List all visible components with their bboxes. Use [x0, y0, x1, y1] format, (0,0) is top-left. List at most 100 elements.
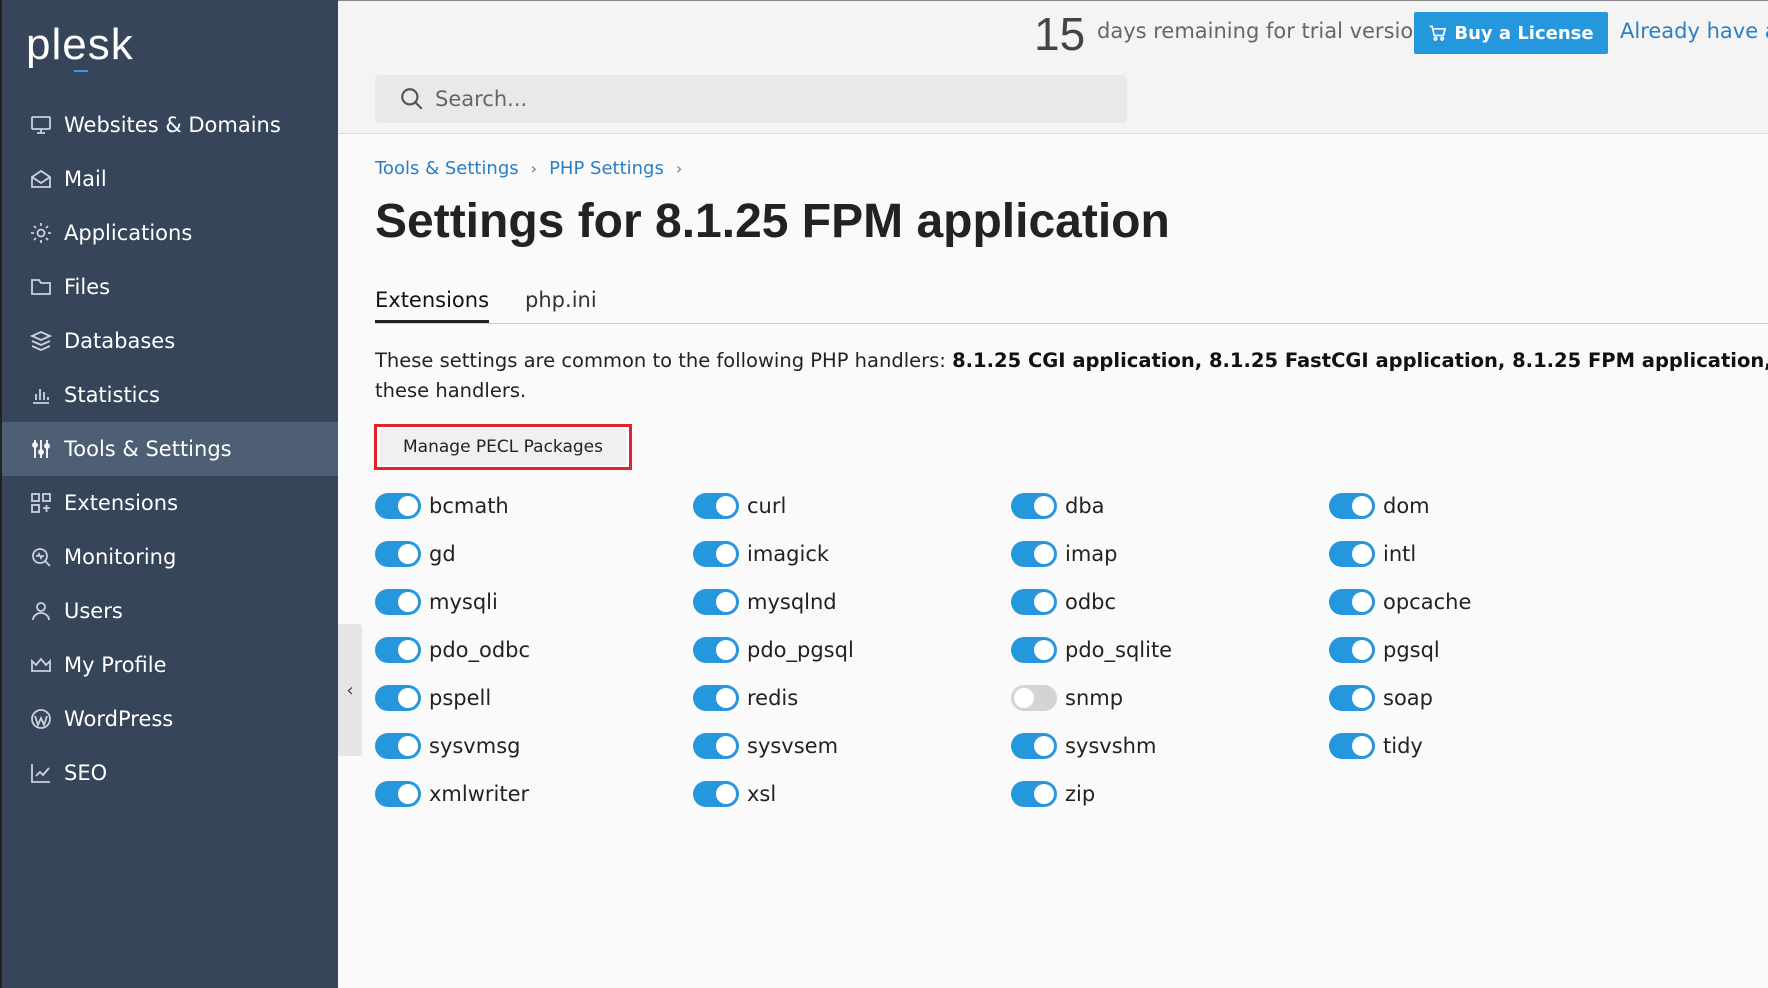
sidebar: plesk Websites & Domains Mail Applications… — [0, 0, 338, 988]
extension-toggle[interactable] — [375, 637, 421, 663]
description-line2: these handlers. — [375, 379, 527, 402]
extension-label: pdo_pgsql — [747, 638, 854, 662]
extension-toggle[interactable] — [693, 541, 739, 567]
sidebar-item-my-profile[interactable]: My Profile — [2, 638, 338, 692]
chevron-right-icon: › — [530, 159, 538, 178]
sidebar-item-label: Files — [64, 275, 111, 299]
extension-toggle[interactable] — [1011, 733, 1057, 759]
extension-label: sysvshm — [1065, 734, 1157, 758]
extension-toggle[interactable] — [375, 493, 421, 519]
extension-item-tidy: tidy — [1329, 730, 1659, 762]
folder-icon — [28, 274, 54, 300]
plesk-logo[interactable]: plesk — [26, 20, 134, 72]
extension-toggle[interactable] — [375, 733, 421, 759]
handlers-description: These settings are common to the followi… — [375, 346, 1768, 406]
extension-toggle[interactable] — [1329, 637, 1375, 663]
extension-item-zip: zip — [1011, 778, 1341, 810]
manage-pecl-packages-button[interactable]: Manage PECL Packages — [374, 424, 632, 470]
extension-label: curl — [747, 494, 787, 518]
extension-toggle[interactable] — [1011, 493, 1057, 519]
page-title: Settings for 8.1.25 FPM application — [375, 195, 1170, 248]
chevron-left-icon: ‹ — [346, 679, 354, 701]
extension-toggle[interactable] — [1329, 733, 1375, 759]
extension-item-odbc: odbc — [1011, 586, 1341, 618]
sidebar-item-files[interactable]: Files — [2, 260, 338, 314]
extension-toggle[interactable] — [375, 541, 421, 567]
sidebar-item-statistics[interactable]: Statistics — [2, 368, 338, 422]
description-prefix: These settings are common to the followi… — [375, 349, 953, 372]
sidebar-item-extensions[interactable]: Extensions — [2, 476, 338, 530]
search-input[interactable] — [435, 87, 1095, 111]
sidebar-item-databases[interactable]: Databases — [2, 314, 338, 368]
extension-label: dba — [1065, 494, 1105, 518]
user-icon — [28, 598, 54, 624]
sidebar-item-applications[interactable]: Applications — [2, 206, 338, 260]
breadcrumb-php-settings[interactable]: PHP Settings — [549, 158, 664, 179]
extension-toggle[interactable] — [375, 589, 421, 615]
already-have-license-link[interactable]: Already have a — [1620, 19, 1768, 43]
extension-toggle[interactable] — [693, 781, 739, 807]
extension-label: dom — [1383, 494, 1430, 518]
extension-item-snmp: snmp — [1011, 682, 1341, 714]
extension-toggle[interactable] — [1011, 541, 1057, 567]
extension-toggle[interactable] — [375, 781, 421, 807]
trial-days-count: 15 — [1034, 8, 1086, 60]
tab-extensions[interactable]: Extensions — [375, 282, 490, 323]
sidebar-item-tools-settings[interactable]: Tools & Settings — [2, 422, 338, 476]
extension-label: soap — [1383, 686, 1433, 710]
extension-label: imagick — [747, 542, 830, 566]
sidebar-item-label: Databases — [64, 329, 176, 353]
sidebar-item-label: Tools & Settings — [64, 437, 232, 461]
extension-toggle[interactable] — [693, 493, 739, 519]
sidebar-item-monitoring[interactable]: Monitoring — [2, 530, 338, 584]
extension-item-sysvmsg: sysvmsg — [375, 730, 705, 762]
tab-bar: Extensions php.ini — [375, 282, 1768, 324]
extension-toggle[interactable] — [1329, 541, 1375, 567]
extension-item-sysvshm: sysvshm — [1011, 730, 1341, 762]
tab-php-ini[interactable]: php.ini — [525, 282, 597, 323]
extension-item-pdo_pgsql: pdo_pgsql — [693, 634, 1023, 666]
extension-toggle[interactable] — [1329, 685, 1375, 711]
extension-label: zip — [1065, 782, 1096, 806]
monitor-icon — [28, 112, 54, 138]
extension-label: sysvsem — [747, 734, 839, 758]
extension-label: gd — [429, 542, 456, 566]
extension-toggle[interactable] — [375, 685, 421, 711]
extension-item-pdo_sqlite: pdo_sqlite — [1011, 634, 1341, 666]
sidebar-item-wordpress[interactable]: WordPress — [2, 692, 338, 746]
wordpress-icon — [28, 706, 54, 732]
sidebar-item-label: Users — [64, 599, 123, 623]
extension-toggle[interactable] — [693, 637, 739, 663]
extension-label: xmlwriter — [429, 782, 530, 806]
extension-toggle[interactable] — [1011, 589, 1057, 615]
sidebar-item-label: Mail — [64, 167, 107, 191]
extension-toggle[interactable] — [693, 589, 739, 615]
trial-text: days remaining for trial version — [1097, 19, 1427, 43]
extension-toggle[interactable] — [1011, 781, 1057, 807]
extension-label: redis — [747, 686, 799, 710]
manage-pecl-label: Manage PECL Packages — [380, 429, 626, 465]
sliders-icon — [28, 436, 54, 462]
sidebar-item-users[interactable]: Users — [2, 584, 338, 638]
extension-label: pdo_sqlite — [1065, 638, 1173, 662]
collapse-sidebar-handle[interactable]: ‹ — [338, 624, 362, 756]
main-content: Tools & Settings › PHP Settings › Settin… — [338, 134, 1768, 988]
sidebar-item-label: WordPress — [64, 707, 174, 731]
sidebar-item-seo[interactable]: SEO — [2, 746, 338, 800]
extension-toggle[interactable] — [1011, 637, 1057, 663]
extension-item-imap: imap — [1011, 538, 1341, 570]
sidebar-item-websites-domains[interactable]: Websites & Domains — [2, 98, 338, 152]
sidebar-item-label: My Profile — [64, 653, 167, 677]
extension-item-dba: dba — [1011, 490, 1341, 522]
extension-toggle[interactable] — [693, 733, 739, 759]
extension-toggle[interactable] — [1329, 589, 1375, 615]
breadcrumb-tools-settings[interactable]: Tools & Settings — [375, 158, 519, 179]
extension-toggle[interactable] — [1011, 685, 1057, 711]
sidebar-nav: Websites & Domains Mail Applications Files D… — [2, 98, 338, 800]
extension-toggle[interactable] — [1329, 493, 1375, 519]
sidebar-item-mail[interactable]: Mail — [2, 152, 338, 206]
buy-license-button[interactable]: Buy a License — [1414, 12, 1608, 54]
cart-icon — [1430, 25, 1447, 41]
extension-label: pgsql — [1383, 638, 1440, 662]
extension-toggle[interactable] — [693, 685, 739, 711]
